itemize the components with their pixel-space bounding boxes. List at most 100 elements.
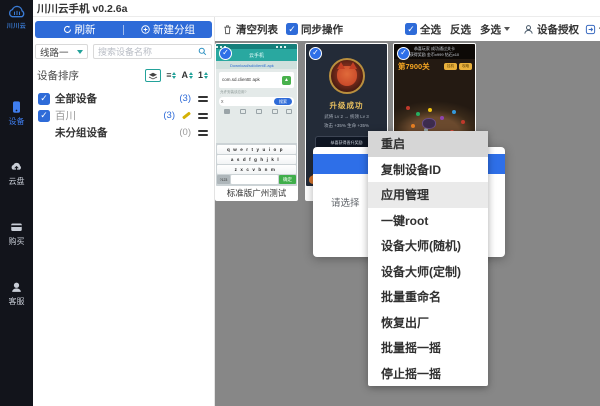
keyboard-row: zxcvbnm xyxy=(217,165,296,174)
sort-icons: ≡ A 1 xyxy=(145,69,208,82)
sidebar-item-label: 云盘 xyxy=(9,176,25,187)
device-group-tree: ✓ 全部设备 (3) ✓ 百川 (3) 未分组设备 (0) xyxy=(33,90,214,141)
sidebar-item-cloud-disk[interactable]: 云盘 xyxy=(0,160,33,187)
select-all-toggle[interactable]: ✓ 全选 xyxy=(405,22,441,37)
game-buttons: 挂机 攻略 xyxy=(444,63,472,70)
tree-row-baichuan[interactable]: ✓ 百川 (3) xyxy=(33,107,214,124)
menu-item-restart[interactable]: 重启 xyxy=(368,131,488,157)
view-mode-icon[interactable] xyxy=(145,69,161,82)
sync-ops-toggle[interactable]: ✓ 同步操作 xyxy=(286,22,343,37)
sort-by-number-icon[interactable]: 1 xyxy=(198,71,208,80)
plus-circle-icon xyxy=(141,25,150,34)
chevron-down-icon xyxy=(504,27,510,31)
clear-list-button[interactable]: 清空列表 xyxy=(222,22,278,37)
drag-handle-icon[interactable] xyxy=(198,94,208,104)
group-label: 百川 xyxy=(55,108,76,123)
search-icon[interactable] xyxy=(198,47,207,56)
sidebar-item-devices[interactable]: 设备 xyxy=(0,100,33,127)
new-group-button[interactable]: 新建分组 xyxy=(124,21,212,38)
device-screen[interactable]: ✓ 云手机 Download/sd/clientE.apk com.sd.cli… xyxy=(216,44,297,186)
android-icon: ▲ xyxy=(282,76,291,85)
device-toolbar: 清空列表 ✓ 同步操作 ✓ 全选 反选 多选 设备授权 设备转移 批量管理 xyxy=(215,17,600,41)
titlebar: 川川云手机 v0.2.6a xyxy=(33,0,600,17)
level-row: 第7900关 挂机 攻略 xyxy=(398,61,472,72)
tree-row-ungrouped[interactable]: 未分组设备 (0) xyxy=(33,124,214,141)
search-input[interactable] xyxy=(98,47,198,57)
phone-icon xyxy=(9,100,24,114)
invert-select-button[interactable]: 反选 xyxy=(450,22,471,37)
drag-handle-icon[interactable] xyxy=(198,128,208,138)
multi-select-label: 多选 xyxy=(480,22,501,37)
select-prompt: 请选择 xyxy=(331,195,360,209)
group-label: 全部设备 xyxy=(55,91,97,106)
app-window: 川川云 设备 云盘 购买 客服 川川云手机 v0.2.6a 刷新 xyxy=(0,0,600,406)
keyboard-confirm-key: 确定 xyxy=(279,175,296,184)
invert-select-label: 反选 xyxy=(450,22,471,37)
transfer-box-icon xyxy=(585,24,596,35)
fox-icon xyxy=(337,66,357,86)
sidebar-item-label: 客服 xyxy=(9,296,25,307)
menu-item-batch-rename[interactable]: 批量重命名 xyxy=(368,284,488,310)
device-authorize-button[interactable]: 设备授权 xyxy=(523,22,579,37)
sidebar: 川川云 设备 云盘 购买 客服 xyxy=(0,0,33,406)
device-search xyxy=(93,44,212,59)
menu-item-one-key-root[interactable]: 一键root xyxy=(368,208,488,234)
drag-handle-icon[interactable] xyxy=(198,111,208,121)
sync-ops-label: 同步操作 xyxy=(301,22,343,37)
sidebar-item-purchase[interactable]: 购买 xyxy=(0,220,33,247)
game-pill-button: 挂机 xyxy=(444,63,457,70)
refresh-button[interactable]: 刷新 xyxy=(35,21,123,38)
sidebar-item-support[interactable]: 客服 xyxy=(0,280,33,307)
context-menu: 重启 复制设备ID 应用管理 一键root 设备大师(随机) 设备大师(定制) … xyxy=(368,131,488,386)
menu-item-device-master-custom[interactable]: 设备大师(定制) xyxy=(368,259,488,285)
menu-item-factory-reset[interactable]: 恢复出厂 xyxy=(368,310,488,336)
unit-sprites xyxy=(406,106,410,110)
card-icon xyxy=(9,220,24,234)
sort-by-list-icon[interactable]: ≡ xyxy=(166,71,176,80)
group-count: (3) xyxy=(163,110,175,121)
selected-check-badge[interactable]: ✓ xyxy=(219,47,232,60)
logo-text: 川川云 xyxy=(7,21,27,30)
checkbox-checked[interactable]: ✓ xyxy=(38,110,50,122)
menu-item-copy-device-id[interactable]: 复制设备ID xyxy=(368,157,488,183)
sort-arrows-icon xyxy=(204,72,208,79)
app-logo: 川川云 xyxy=(0,0,33,30)
apk-card: com.sd.clientE apk ▲ xyxy=(219,72,294,88)
checkbox-checked[interactable]: ✓ xyxy=(38,93,50,105)
input-text: x xyxy=(221,99,224,105)
stack-icon xyxy=(148,72,158,80)
edit-pencil-icon[interactable] xyxy=(182,112,191,120)
game-emblem xyxy=(329,58,365,94)
menu-item-device-master-random[interactable]: 设备大师(随机) xyxy=(368,233,488,259)
input-row: x 搜索 xyxy=(219,97,294,106)
upgrade-title: 升级成功 xyxy=(306,100,387,111)
device-transfer-button[interactable]: 设备转移 xyxy=(585,22,600,37)
app-title: 川川云手机 v0.2.6a xyxy=(33,1,127,16)
group-count: (0) xyxy=(179,127,191,138)
multi-select-dropdown[interactable]: 多选 xyxy=(480,22,510,37)
line-select-value: 线路一 xyxy=(40,45,69,59)
menu-item-app-manage[interactable]: 应用管理 xyxy=(368,182,488,208)
sidebar-item-label: 购买 xyxy=(9,236,25,247)
selected-check-badge[interactable]: ✓ xyxy=(309,47,322,60)
apk-file-name: com.sd.clientE apk xyxy=(222,77,260,83)
virtual-keyboard: qwertyuiop asdfghjkl zxcvbnm ?123 确定 xyxy=(216,143,297,186)
sort-arrows-icon xyxy=(189,72,193,79)
selected-check-badge[interactable]: ✓ xyxy=(397,47,410,60)
keyboard-bottom-row: ?123 确定 xyxy=(217,175,296,184)
sort-row: 设备排序 ≡ A 1 xyxy=(37,68,208,83)
menu-item-batch-shake[interactable]: 批量摇一摇 xyxy=(368,335,488,361)
checkbox-checked[interactable]: ✓ xyxy=(286,23,298,35)
checkbox-checked[interactable]: ✓ xyxy=(405,23,417,35)
line-select[interactable]: 线路一 xyxy=(35,44,88,59)
stat-line: 攻击 +35% 生命 +35% xyxy=(306,123,387,129)
game-pill-button: 攻略 xyxy=(459,63,472,70)
file-path-row: Download/sd/clientE.apk xyxy=(216,61,297,69)
chevron-down-icon xyxy=(77,50,83,54)
sort-by-name-icon[interactable]: A xyxy=(181,71,193,80)
device-card-1[interactable]: ✓ 云手机 Download/sd/clientE.apk com.sd.cli… xyxy=(215,43,298,201)
tree-row-all-devices[interactable]: ✓ 全部设备 (3) xyxy=(33,90,214,107)
keyboard-space-key xyxy=(231,175,278,184)
menu-item-stop-shake[interactable]: 停止摇一摇 xyxy=(368,361,488,387)
keyboard-alt-key: ?123 xyxy=(217,175,230,184)
